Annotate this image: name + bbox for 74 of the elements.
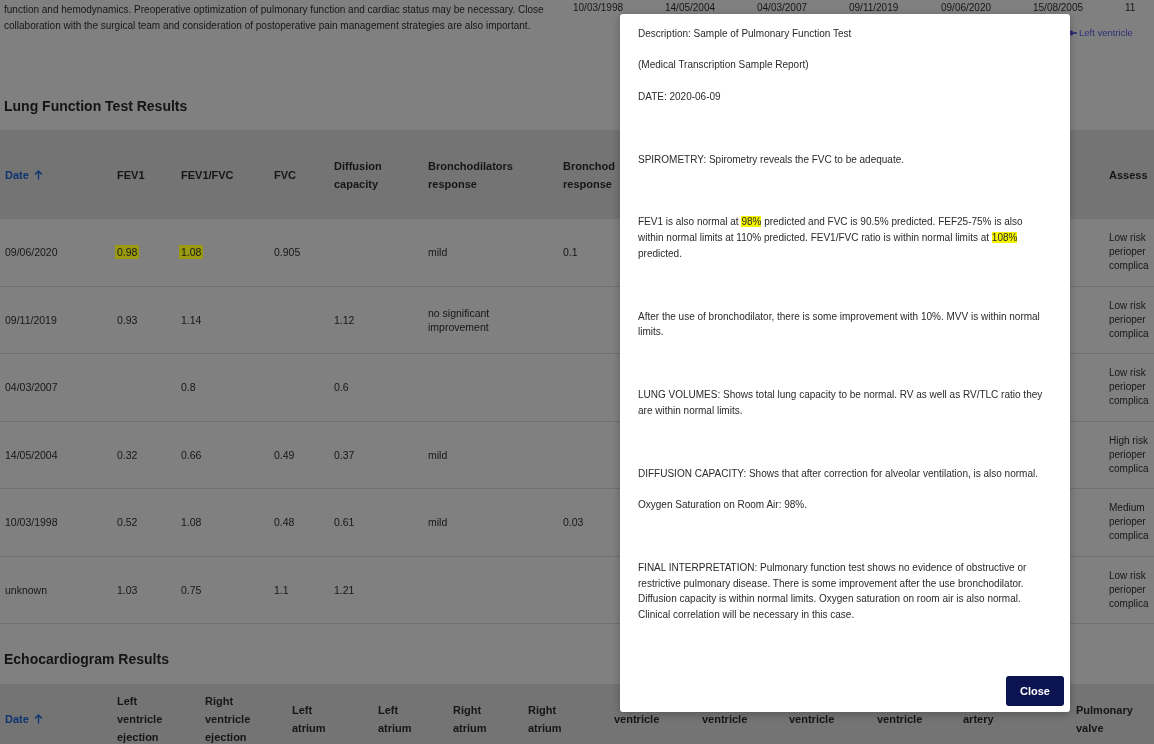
- table-cell: mild: [428, 447, 448, 462]
- table-cell: mild: [428, 515, 448, 530]
- table-cell: 0.61: [334, 515, 355, 530]
- column-header[interactable]: Assess: [1109, 165, 1148, 184]
- column-header[interactable]: ventricle: [877, 710, 923, 728]
- axis-label: 11: [1125, 1, 1136, 14]
- table-cell: 1.03: [117, 582, 138, 597]
- table-cell: 0.8: [181, 380, 196, 395]
- table-cell: 09/11/2019: [5, 312, 57, 327]
- axis-label: 09/11/2019: [849, 1, 900, 14]
- table-cell: Low risk perioper complica: [1109, 231, 1149, 274]
- table-cell: 1.1: [274, 582, 289, 597]
- up-arrow-icon: [33, 169, 43, 180]
- column-header[interactable]: ventricle: [702, 710, 748, 728]
- table-cell: 0.905: [274, 245, 301, 260]
- column-header[interactable]: Diffusion capacity: [334, 156, 418, 193]
- column-header[interactable]: ventricle: [789, 710, 835, 728]
- table-cell: 0.32: [117, 447, 138, 462]
- table-cell: Low risk perioper complica: [1109, 298, 1149, 341]
- table-cell: 1.08: [181, 515, 202, 530]
- column-header[interactable]: Right ventricle ejection: [205, 692, 251, 744]
- section-heading: Echocardiogram Results: [3, 650, 170, 669]
- table-cell: mild: [428, 245, 448, 260]
- table-cell: 04/03/2007: [5, 380, 58, 395]
- column-header[interactable]: Left atrium: [292, 701, 326, 737]
- table-cell: Medium perioper complica: [1109, 501, 1149, 544]
- column-header[interactable]: FVC: [274, 165, 296, 184]
- column-header[interactable]: FEV1: [117, 165, 145, 184]
- table-cell: 0.6: [334, 380, 349, 395]
- table-cell: 09/06/2020: [5, 245, 58, 260]
- table-cell: 0.75: [181, 582, 202, 597]
- table-cell: 0.49: [274, 447, 295, 462]
- table-cell: 1.08: [179, 245, 204, 260]
- table-cell: 0.98: [115, 245, 140, 260]
- table-cell: 0.66: [181, 447, 202, 462]
- table-cell-text: no significant improvement: [428, 305, 491, 334]
- table-cell: High risk perioper complica: [1109, 433, 1149, 476]
- column-header[interactable]: Left ventricle ejection: [117, 692, 163, 744]
- column-header[interactable]: Pulmonary valve: [1076, 701, 1133, 737]
- section-heading: Lung Function Test Results: [3, 97, 189, 116]
- column-header[interactable]: FEV1/FVC: [181, 165, 234, 184]
- up-arrow-icon: [33, 714, 43, 724]
- table-cell: Low risk perioper complica: [1109, 568, 1149, 611]
- table-cell: 1.12: [334, 312, 355, 327]
- table-cell: 0.37: [334, 447, 355, 462]
- table-cell: 0.93: [117, 312, 138, 327]
- axis-label: 15/08/2005: [1033, 1, 1085, 14]
- column-header[interactable]: ventricle: [614, 710, 660, 728]
- legend-label[interactable]: Left ventricle: [1079, 27, 1133, 38]
- sortable-column-header[interactable]: Date: [5, 713, 43, 725]
- table-cell: 0.52: [117, 515, 138, 530]
- column-header[interactable]: Bronchod response: [563, 156, 615, 193]
- column-header[interactable]: Bronchodilators response: [428, 156, 553, 193]
- table-cell: 0.1: [563, 245, 578, 260]
- column-header[interactable]: Left atrium: [378, 701, 412, 737]
- table-cell: Low risk perioper complica: [1109, 366, 1149, 409]
- table-cell: 1.21: [334, 582, 355, 597]
- close-button[interactable]: Close: [1006, 676, 1064, 706]
- axis-label: 04/03/2007: [757, 1, 809, 14]
- table-cell: 1.14: [181, 312, 202, 327]
- axis-label: 09/06/2020: [941, 1, 993, 14]
- column-header[interactable]: artery: [963, 710, 994, 728]
- paragraph-text: function and hemodynamics. Preoperative optimization of pulmonary function and cardiac status may be necessary. Close collaboration with the surgical team and consideration of postoperative pain management strategies are also important.: [3, 3, 545, 33]
- table-cell: 0.48: [274, 515, 295, 530]
- report-text: Description: Sample of Pulmonary Function Test (Medical Transcription Sample Report) DATE: 2020-06-09 SPIROMETRY: Spirometry reveals the FVC to be adequate. FEV1 is also normal at 98% predicted and FVC is 90.5% predicted. FEF25-75% is also within normal limits at 110% predicted. FEV1/FVC ratio is within normal limits at 108% predicted. After the use of bronchodilator, there is some improvement with 10%. MVV is within normal limits. LUNG VOLUMES: Shows total lung capacity to be normal. RV as well as RV/TLC ratio they are within normal limits. DIFFUSION CAPACITY: Shows that after correction for alveolar ventilation, is also normal. Oxygen Saturation on Room Air: 98%. FINAL INTERPRETATION: Pulmonary function test shows no evidence of obstructive or restrictive pulmonary disease. There is some improvement after the use bronchodilator. Diffusion capacity is within normal limits. Oxygen saturation on room air is also normal. Clinical correlation will be necessary in this case.: [638, 27, 1044, 622]
- axis-label: 14/05/2004: [665, 1, 717, 14]
- column-header[interactable]: Right atrium: [453, 701, 487, 737]
- column-header[interactable]: Right atrium: [528, 701, 562, 737]
- table-cell: 0.03: [563, 515, 584, 530]
- table-cell: 14/05/2004: [5, 447, 58, 462]
- table-cell: 10/03/1998: [5, 515, 58, 530]
- axis-label: 10/03/1998: [573, 1, 625, 14]
- table-cell: unknown: [5, 582, 48, 597]
- sortable-column-header[interactable]: Date: [5, 168, 43, 181]
